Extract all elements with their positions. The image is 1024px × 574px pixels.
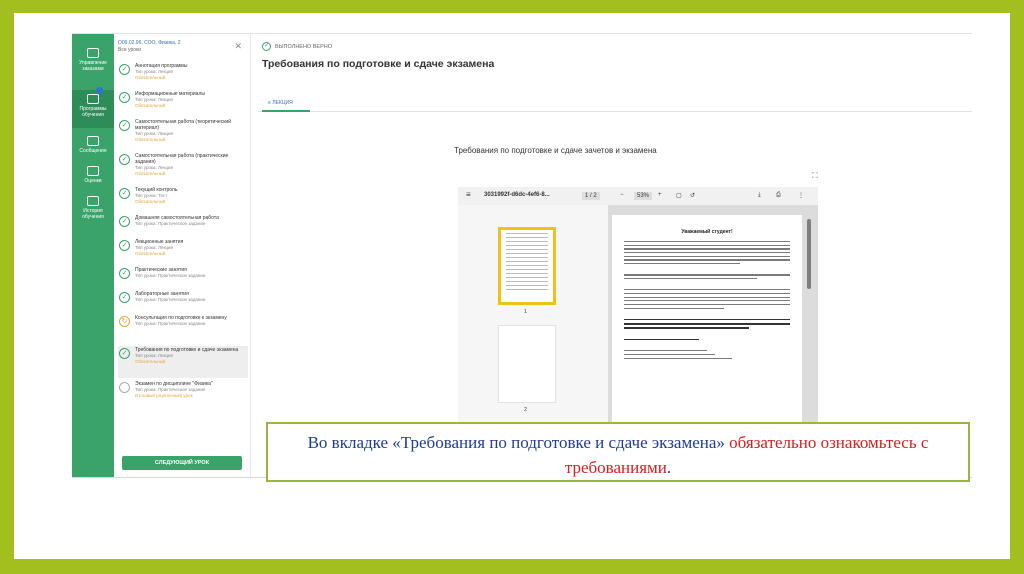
- lesson-status: Обязательный: [135, 103, 166, 108]
- lesson-type: Тип урока: Практическое задание: [135, 297, 206, 302]
- rail-item-orders[interactable]: Управление заказами: [72, 48, 114, 72]
- lesson-title: Самостоятельная работа (теоретический ма…: [135, 119, 231, 131]
- tab-label: ЛЕКЦИЯ: [272, 100, 293, 106]
- all-lessons-label: Все уроки: [118, 47, 141, 53]
- thumbnail-label: 2: [524, 407, 528, 413]
- lesson-item[interactable]: ✓ Лабораторные занятия Тип урока: Практич…: [118, 290, 248, 316]
- check-circle-icon: ✓: [262, 42, 271, 51]
- history-icon: [87, 196, 99, 206]
- instruction-callout: Во вкладке «Требования по подготовке и с…: [266, 422, 970, 482]
- lesson-type: Тип урока: Практическое задание: [135, 321, 206, 326]
- lesson-item[interactable]: Экзамен по дисциплине "Физика" Тип урока:…: [118, 380, 248, 410]
- navigation-rail: Управление заказами Программы обучения С…: [72, 34, 114, 477]
- page-indicator[interactable]: 1 / 2: [582, 192, 600, 200]
- download-icon[interactable]: ⤓: [758, 192, 761, 199]
- rail-item-label: Управление заказами: [79, 60, 107, 72]
- rail-item-grades[interactable]: Оценки: [72, 166, 114, 184]
- course-code[interactable]: О09.02.96, СОО, Физика, 2: [118, 40, 228, 47]
- callout-period: .: [666, 458, 672, 477]
- scrollbar[interactable]: [807, 219, 811, 289]
- grades-icon: [87, 166, 99, 176]
- lesson-status: Обязательный: [135, 75, 166, 80]
- pdf-viewer: ≡ 3031992f-d6dc-4ef6-8... 1 / 2 − 53% + …: [458, 187, 818, 427]
- lesson-item[interactable]: ✓ Самостоятельная работа (практические з…: [118, 152, 248, 184]
- status-text: ВЫПОЛНЕНО ВЕРНО: [275, 43, 332, 50]
- fullscreen-icon[interactable]: ⛶: [812, 171, 818, 181]
- document-title: Требования по подготовке и сдаче зачетов…: [454, 146, 657, 155]
- lesson-item[interactable]: ✓ Практические занятия Тип урока: Практич…: [118, 266, 248, 292]
- check-circle-icon: ✓: [119, 154, 130, 165]
- programs-icon: [87, 94, 99, 104]
- close-icon[interactable]: ✕: [234, 41, 242, 52]
- slide: Управление заказами Программы обучения С…: [14, 13, 1010, 559]
- pdf-toolbar: ≡ 3031992f-d6dc-4ef6-8... 1 / 2 − 53% + …: [458, 187, 818, 205]
- lesson-status: Обязательный: [135, 251, 166, 256]
- callout-text: Во вкладке «Требования по подготовке и с…: [307, 433, 730, 452]
- rail-item-messages[interactable]: Сообщения: [72, 136, 114, 154]
- lms-screenshot: Управление заказами Программы обучения С…: [72, 33, 972, 478]
- lesson-item[interactable]: ✓ Информационные материалы Тип урока: Лек…: [118, 90, 248, 116]
- page-thumbnail-selected[interactable]: [498, 227, 556, 305]
- zoom-out-icon[interactable]: −: [620, 192, 624, 198]
- lesson-status: Обязательный: [135, 199, 166, 204]
- zoom-in-icon[interactable]: +: [658, 192, 662, 198]
- page-heading: Уважаемый студент!: [681, 229, 733, 235]
- more-icon[interactable]: ⋮: [798, 192, 804, 199]
- page-area: Уважаемый студент!: [608, 205, 818, 427]
- page-thumbnail[interactable]: [498, 325, 556, 403]
- lesson-item[interactable]: ✓ Самостоятельная работа (теоретический …: [118, 118, 248, 150]
- print-icon[interactable]: ⎙: [776, 192, 781, 199]
- lesson-item-current[interactable]: ✓ Требования по подготовке и сдаче экзам…: [118, 346, 248, 378]
- next-lesson-button[interactable]: СЛЕДУЮЩИЙ УРОК: [122, 456, 242, 470]
- check-circle-icon: ✓: [119, 240, 130, 251]
- thumbnail-label: 1: [524, 309, 528, 315]
- lesson-item[interactable]: ✓ Домашняя самостоятельная работа Тип уро…: [118, 214, 248, 240]
- lesson-status: Обязательный: [135, 137, 166, 142]
- lesson-item[interactable]: ↻ Консультация по подготовке к экзамену Т…: [118, 314, 248, 344]
- pdf-page: Уважаемый студент!: [612, 215, 802, 427]
- warning-circle-icon: ↻: [119, 316, 130, 327]
- tab-lecture[interactable]: ≡ ЛЕКЦИЯ: [262, 98, 310, 112]
- check-circle-icon: ✓: [119, 188, 130, 199]
- thumbnail-pane: 1 2: [458, 205, 608, 427]
- check-circle-icon: ✓: [119, 292, 130, 303]
- lesson-item[interactable]: ✓ Аннотация программы Тип урока: Лекция Об…: [118, 62, 248, 88]
- completion-status: ✓ ВЫПОЛНЕНО ВЕРНО: [262, 42, 332, 51]
- lesson-type: Тип урока: Практическое задание: [135, 221, 206, 226]
- page-title: Требования по подготовке и сдаче экзамен…: [262, 58, 495, 70]
- course-lesson-panel: О09.02.96, СОО, Физика, 2 Все уроки ✕ ✓ …: [114, 34, 251, 477]
- rail-item-label: Программы обучения: [79, 106, 107, 118]
- file-name: 3031992f-d6dc-4ef6-8...: [484, 192, 550, 198]
- lesson-status: Обязательный: [135, 171, 166, 176]
- lesson-status: Итоговый (оценочный) урок: [135, 393, 193, 398]
- fit-page-icon[interactable]: ▢: [676, 192, 682, 199]
- rail-item-label: Сообщения: [79, 148, 107, 154]
- rail-item-programs[interactable]: Программы обучения: [72, 87, 114, 128]
- rail-item-label: Оценки: [84, 178, 102, 184]
- empty-circle-icon: [119, 382, 130, 393]
- menu-icon[interactable]: ≡: [466, 190, 471, 199]
- tab-bar: ≡ ЛЕКЦИЯ: [258, 98, 972, 112]
- documents-icon: [87, 48, 99, 58]
- lesson-title: Самостоятельная работа (практические зад…: [135, 153, 229, 165]
- lesson-status: Обязательный: [135, 359, 166, 364]
- rail-item-history[interactable]: История обучения: [72, 196, 114, 220]
- rail-item-label: История обучения: [82, 208, 104, 220]
- check-circle-icon: ✓: [119, 216, 130, 227]
- lesson-type: Тип урока: Практическое задание: [135, 273, 206, 278]
- check-circle-icon: ✓: [119, 92, 130, 103]
- check-circle-icon: ✓: [119, 120, 130, 131]
- zoom-level[interactable]: 53%: [634, 192, 653, 200]
- mail-icon: [87, 136, 99, 146]
- check-circle-icon: ✓: [119, 64, 130, 75]
- check-circle-icon: ✓: [119, 268, 130, 279]
- main-content: ✓ ВЫПОЛНЕНО ВЕРНО Требования по подготовк…: [252, 34, 972, 477]
- rotate-icon[interactable]: ↺: [690, 192, 695, 199]
- notification-badge: [96, 87, 103, 94]
- lesson-item[interactable]: ✓ Текущий контроль Тип урока: Тест Обязате…: [118, 186, 248, 212]
- check-circle-icon: ✓: [119, 348, 130, 359]
- lesson-item[interactable]: ✓ Лекционные занятия Тип урока: Лекция Обя…: [118, 238, 248, 264]
